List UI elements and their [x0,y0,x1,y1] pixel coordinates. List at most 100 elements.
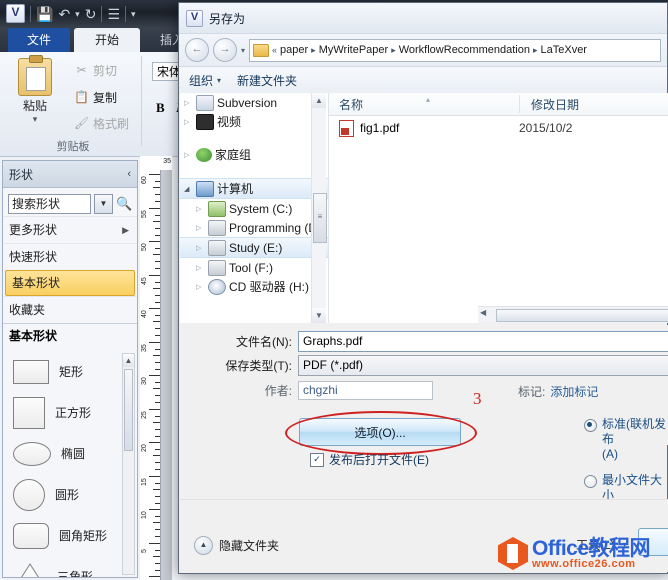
navigation-tree[interactable]: ▷ Subversion ▷ 视频 ▷ 家庭组 ◢ 计算机 ▷ System (… [180,93,329,323]
table-row[interactable]: fig1.pdf 2015/10/2 [329,116,668,140]
annotation-number: 3 [473,389,482,408]
new-folder-button[interactable]: 新建文件夹 [237,72,297,89]
save-icon[interactable]: 💾 [36,7,53,21]
breadcrumb-overflow[interactable]: « [272,45,277,55]
options-button[interactable]: 选项(O)... [299,418,461,446]
breadcrumb-item-latexver[interactable]: LaTeXver [541,44,587,56]
scrollbar-thumb[interactable]: ≡ [313,193,327,243]
visio-app-logo-icon[interactable]: V [6,4,25,23]
redo-icon[interactable]: ↻ [85,7,97,21]
tree-item-label: 家庭组 [215,148,252,162]
tree-item-tool-f[interactable]: ▷ Tool (F:) [180,258,328,277]
column-divider[interactable] [519,95,520,113]
breadcrumb-separator[interactable]: ▸ [533,45,538,56]
paste-dropdown-icon[interactable]: ▾ [8,114,62,125]
filename-input[interactable]: Graphs.pdf [298,331,668,352]
organize-button[interactable]: 组织 ▾ [189,72,221,89]
chevron-right-icon: ▶ [122,225,129,235]
undo-icon[interactable]: ↶ [58,7,70,21]
stencil-scrollbar[interactable]: ▲ [122,353,135,575]
chevron-up-icon[interactable]: ▲ [194,536,213,555]
list-item[interactable]: 圆角矩形 [3,515,137,556]
breadcrumb-separator[interactable]: ▸ [311,45,316,56]
expander-icon[interactable]: ▷ [196,205,205,213]
undo-dropdown-icon[interactable]: ▾ [75,7,80,21]
list-item[interactable]: 圆形 [3,474,137,515]
search-icon[interactable]: 🔍 [116,196,132,212]
filetype-select[interactable]: PDF (*.pdf) [298,355,668,376]
expander-icon[interactable]: ▷ [184,118,193,126]
column-header-modified[interactable]: 修改日期 [521,96,579,113]
tab-file[interactable]: 文件 [8,28,70,52]
list-item[interactable]: 正方形 [3,392,137,433]
column-header-name[interactable]: 名称 [329,96,363,113]
tree-item-cd-drive-h[interactable]: ▷ CD 驱动器 (H:) [180,277,328,296]
cut-button[interactable]: ✂ 剪切 [74,62,117,79]
tree-item-programming-d[interactable]: ▷ Programming (D [180,218,328,237]
expander-icon[interactable]: ◢ [184,185,193,193]
breadcrumb-item-mywritepaper[interactable]: MyWritePaper [319,44,388,56]
align-icon[interactable]: ☰ [107,7,120,21]
tree-spacer-2 [180,164,328,178]
radio-icon[interactable] [584,419,597,432]
breadcrumb-item-workflowrecommendation[interactable]: WorkflowRecommendation [399,44,530,56]
scrollbar-thumb[interactable] [496,309,668,322]
scroll-up-icon[interactable]: ▲ [123,354,134,367]
forward-button[interactable]: → [213,38,237,62]
expander-icon[interactable]: ▷ [196,283,205,291]
menu-item-favorites[interactable]: 收藏夹 [3,296,137,323]
collapse-icon[interactable]: ‹ [127,168,131,180]
list-item[interactable]: 矩形 [3,351,137,392]
save-as-dialog: V 另存为 ← → ▾ « paper ▸ MyWritePaper ▸ Wor… [178,2,668,574]
open-after-publish-checkbox[interactable]: ✓ 发布后打开文件(E) [310,451,429,468]
author-input[interactable]: chgzhi [298,381,433,400]
tree-item-computer[interactable]: ◢ 计算机 [180,178,328,199]
expander-icon[interactable]: ▷ [184,151,193,159]
tree-item-videos[interactable]: ▷ 视频 [180,112,328,131]
scroll-down-icon[interactable]: ▼ [312,308,326,323]
radio-icon[interactable] [584,475,597,488]
scroll-up-icon[interactable]: ▲ [312,93,326,108]
search-shapes-input[interactable]: 搜索形状 [8,194,91,214]
horizontal-scrollbar[interactable]: ◀ [478,306,668,323]
hide-folders-button[interactable]: ▲ 隐藏文件夹 [194,536,279,555]
recent-locations-icon[interactable]: ▾ [241,46,245,55]
paste-button[interactable]: 粘贴 ▾ [8,55,62,125]
menu-item-quick-shapes[interactable]: 快速形状 [3,243,137,270]
checkbox-icon[interactable]: ✓ [310,452,324,467]
scrollbar-thumb[interactable] [124,369,133,451]
tree-item-study-e[interactable]: ▷ Study (E:) [180,237,328,258]
tree-item-system-c[interactable]: ▷ System (C:) [180,199,328,218]
vertical-ruler[interactable]: 605550454035302520151050 [140,170,161,580]
ruler-minor-tick [155,570,160,571]
chevron-down-icon[interactable]: ▼ [94,194,113,214]
expander-icon[interactable]: ▷ [184,99,193,107]
ruler-minor-tick [153,254,160,255]
list-item[interactable]: 三角形 [3,556,137,577]
menu-item-more-shapes[interactable]: 更多形状 ▶ [3,216,137,243]
expander-icon[interactable]: ▷ [196,244,205,252]
breadcrumb-item-paper[interactable]: paper [280,44,308,56]
menu-item-basic-shapes[interactable]: 基本形状 [5,270,135,296]
list-item[interactable]: 椭圆 [3,433,137,474]
tree-item-subversion[interactable]: ▷ Subversion [180,93,328,112]
customize-qat-icon[interactable]: ▾ [131,7,136,21]
format-painter-button[interactable]: 🖌 格式刷 [74,115,129,132]
breadcrumb[interactable]: « paper ▸ MyWritePaper ▸ WorkflowRecomme… [249,38,661,62]
tree-scrollbar[interactable]: ▲ ≡ ▼ [311,93,327,323]
back-button[interactable]: ← [185,38,209,62]
breadcrumb-separator[interactable]: ▸ [391,45,396,56]
ruler-major-tick [149,174,160,175]
ruler-tick-label: 25 [141,411,148,419]
scroll-left-icon[interactable]: ◀ [480,308,486,317]
tab-start[interactable]: 开始 [74,28,140,52]
expander-icon[interactable]: ▷ [196,224,205,232]
expander-icon[interactable]: ▷ [196,264,205,272]
bold-button[interactable]: B [156,100,165,116]
tree-item-homegroup[interactable]: ▷ 家庭组 [180,145,328,164]
add-tags-link[interactable]: 添加标记 [550,383,598,400]
radio-option-standard[interactable]: 标准(联机发布 (A) [584,417,668,462]
copy-button[interactable]: 📋 复制 [74,89,117,106]
clipboard-group-caption: 剪贴板 [56,141,90,153]
